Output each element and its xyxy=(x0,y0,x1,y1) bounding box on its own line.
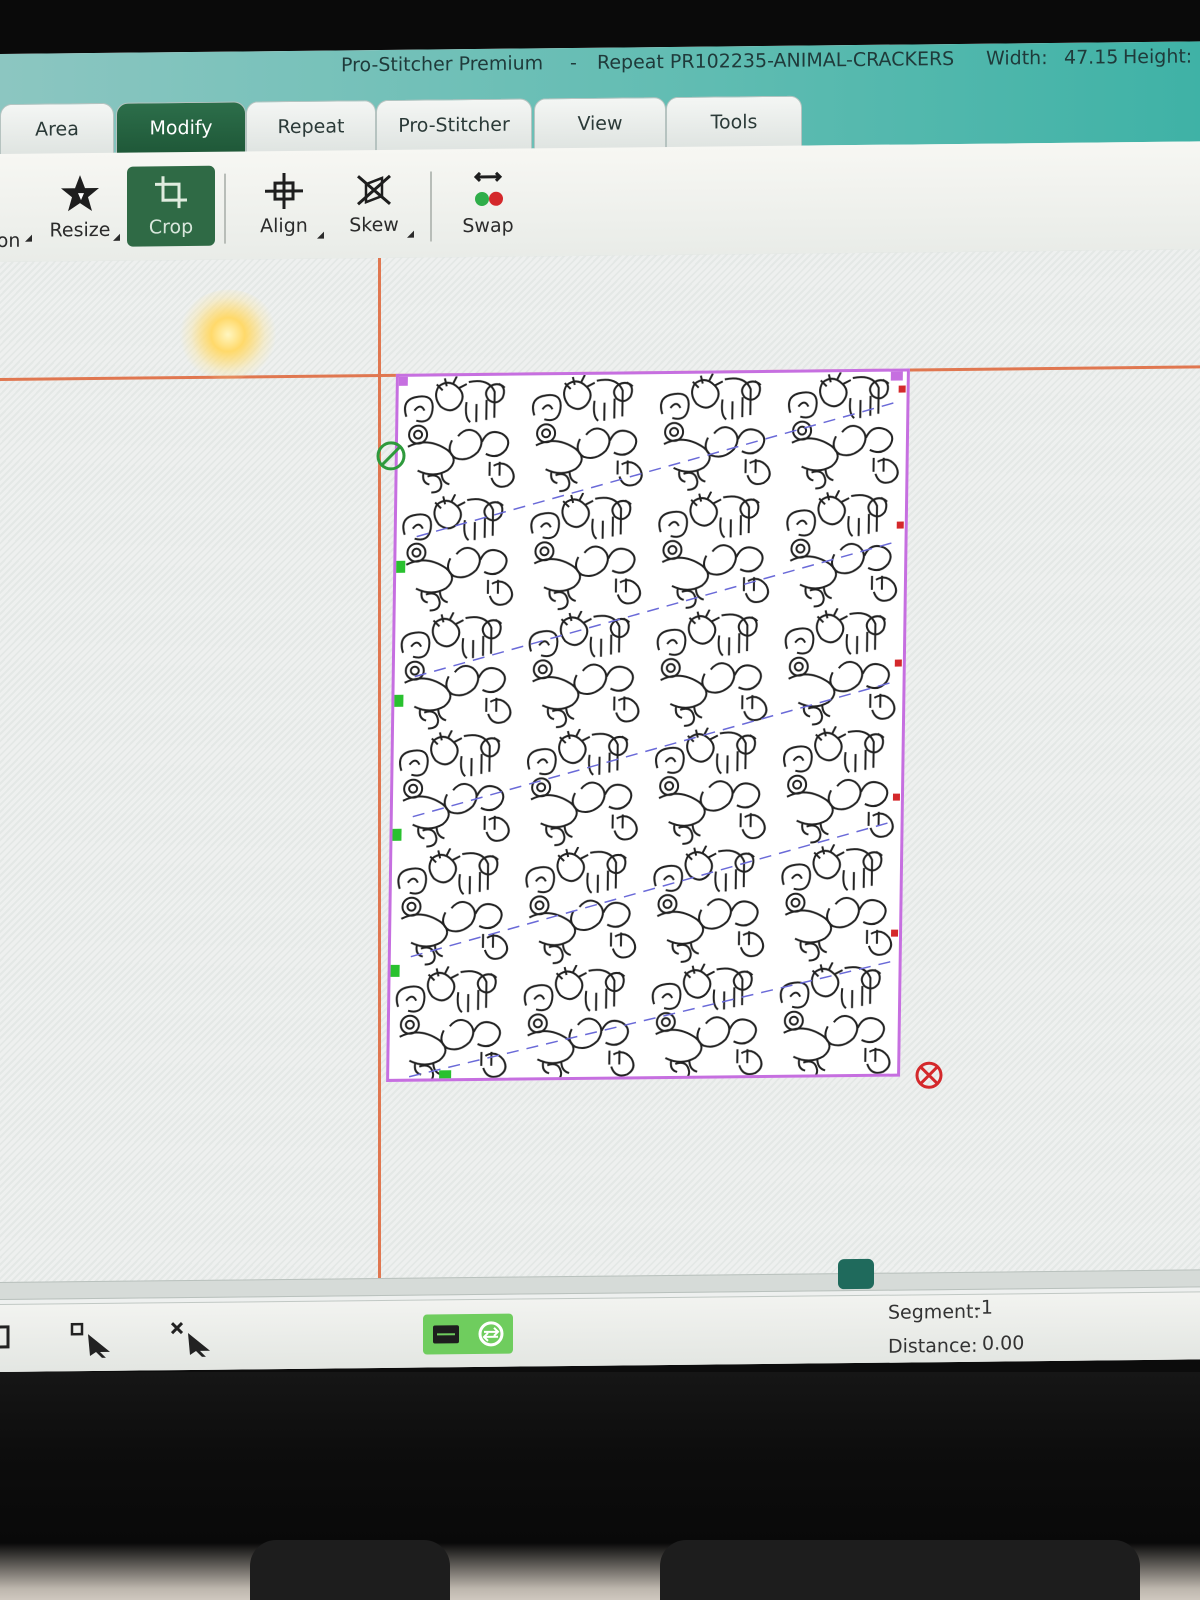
resize-button[interactable]: Resize xyxy=(36,167,124,248)
width-value: 47.15 xyxy=(1064,46,1119,69)
crop-button[interactable]: Crop xyxy=(127,165,215,247)
crop-label: Crop xyxy=(148,215,194,239)
height-label: Height: xyxy=(1123,45,1193,69)
quilt-pattern-design[interactable] xyxy=(386,368,910,1082)
animal-crackers-pattern xyxy=(389,371,910,1082)
tab-repeat[interactable]: Repeat xyxy=(246,100,376,153)
tab-pro-stitcher[interactable]: Pro-Stitcher xyxy=(376,98,532,152)
distance-value: 0.00 xyxy=(982,1332,1025,1355)
app-window: Pro-Stitcher Premium - Repeat PR102235-A… xyxy=(0,41,1200,1372)
rotation-button-label: ion xyxy=(0,229,21,253)
align-label: Align xyxy=(260,214,308,238)
width-label: Width: xyxy=(986,47,1048,70)
monitor-stand-foot xyxy=(660,1540,1140,1600)
crop-node-marker[interactable] xyxy=(898,385,906,393)
crop-node-marker[interactable] xyxy=(891,929,899,937)
repeat-cycle-icon[interactable] xyxy=(476,1320,506,1348)
crop-node-marker[interactable] xyxy=(892,793,901,801)
crop-node-handle[interactable] xyxy=(389,828,402,841)
select-node-cursor-icon[interactable] xyxy=(68,1322,118,1359)
crop-node-handle[interactable] xyxy=(391,694,404,707)
start-point-icon[interactable] xyxy=(375,440,407,472)
design-workspace[interactable] xyxy=(0,249,1200,1289)
resize-dropdown-caret[interactable] xyxy=(113,233,120,241)
skew-label: Skew xyxy=(349,213,399,237)
status-bar: Segment: -1 Distance: 0.00 xyxy=(0,1291,1200,1372)
skew-button[interactable]: Skew xyxy=(330,164,418,245)
crop-node-marker[interactable] xyxy=(894,659,902,667)
crop-node-marker[interactable] xyxy=(896,521,904,529)
crop-node-handle[interactable] xyxy=(393,560,406,573)
ribbon-toolbar: ion Resize Crop Align Skew Swap xyxy=(0,141,1200,263)
swap-start-end-icon xyxy=(473,171,503,206)
end-point-icon[interactable] xyxy=(914,1060,944,1090)
crop-icon xyxy=(155,176,187,209)
resize-label: Resize xyxy=(49,218,111,242)
align-button[interactable]: Align xyxy=(240,165,328,246)
rotation-button[interactable]: ion xyxy=(0,168,36,253)
monitor-stand-foot xyxy=(250,1540,450,1600)
swap-label: Swap xyxy=(462,214,514,238)
segment-value: -1 xyxy=(974,1296,993,1319)
page-tool-icon[interactable] xyxy=(0,1323,14,1353)
sew-view-icon[interactable] xyxy=(431,1322,461,1346)
app-title: Pro-Stitcher Premium xyxy=(341,52,544,77)
file-title: Repeat PR102235-ANIMAL-CRACKERS xyxy=(597,48,955,74)
selection-handle[interactable] xyxy=(395,373,408,386)
tab-modify[interactable]: Modify xyxy=(116,101,246,154)
tab-area[interactable]: Area xyxy=(0,102,114,155)
rotation-dropdown-caret[interactable] xyxy=(25,234,32,242)
ribbon-divider xyxy=(224,173,226,244)
title-bar: Pro-Stitcher Premium - Repeat PR102235-A… xyxy=(0,41,1200,155)
view-toggle-group[interactable] xyxy=(423,1313,513,1355)
selection-handle[interactable] xyxy=(890,368,903,381)
align-crosshair-icon xyxy=(265,173,303,210)
swap-button[interactable]: Swap xyxy=(444,162,532,243)
skew-icon xyxy=(357,174,391,206)
deselect-node-cursor-icon[interactable] xyxy=(168,1321,218,1358)
distance-label: Distance: xyxy=(888,1334,978,1358)
crop-node-handle[interactable] xyxy=(387,964,400,977)
tab-tools[interactable]: Tools xyxy=(666,95,802,149)
crop-node-handle[interactable] xyxy=(439,1070,452,1082)
resize-star-icon xyxy=(61,175,99,212)
skew-dropdown-caret[interactable] xyxy=(407,230,414,238)
align-dropdown-caret[interactable] xyxy=(317,231,324,239)
ribbon-divider xyxy=(430,171,432,242)
boundary-guide-vertical xyxy=(378,258,381,1289)
tab-view[interactable]: View xyxy=(534,97,666,150)
segment-label: Segment: xyxy=(888,1300,980,1324)
title-separator: - xyxy=(570,51,577,75)
scrollbar-thumb[interactable] xyxy=(838,1258,874,1290)
